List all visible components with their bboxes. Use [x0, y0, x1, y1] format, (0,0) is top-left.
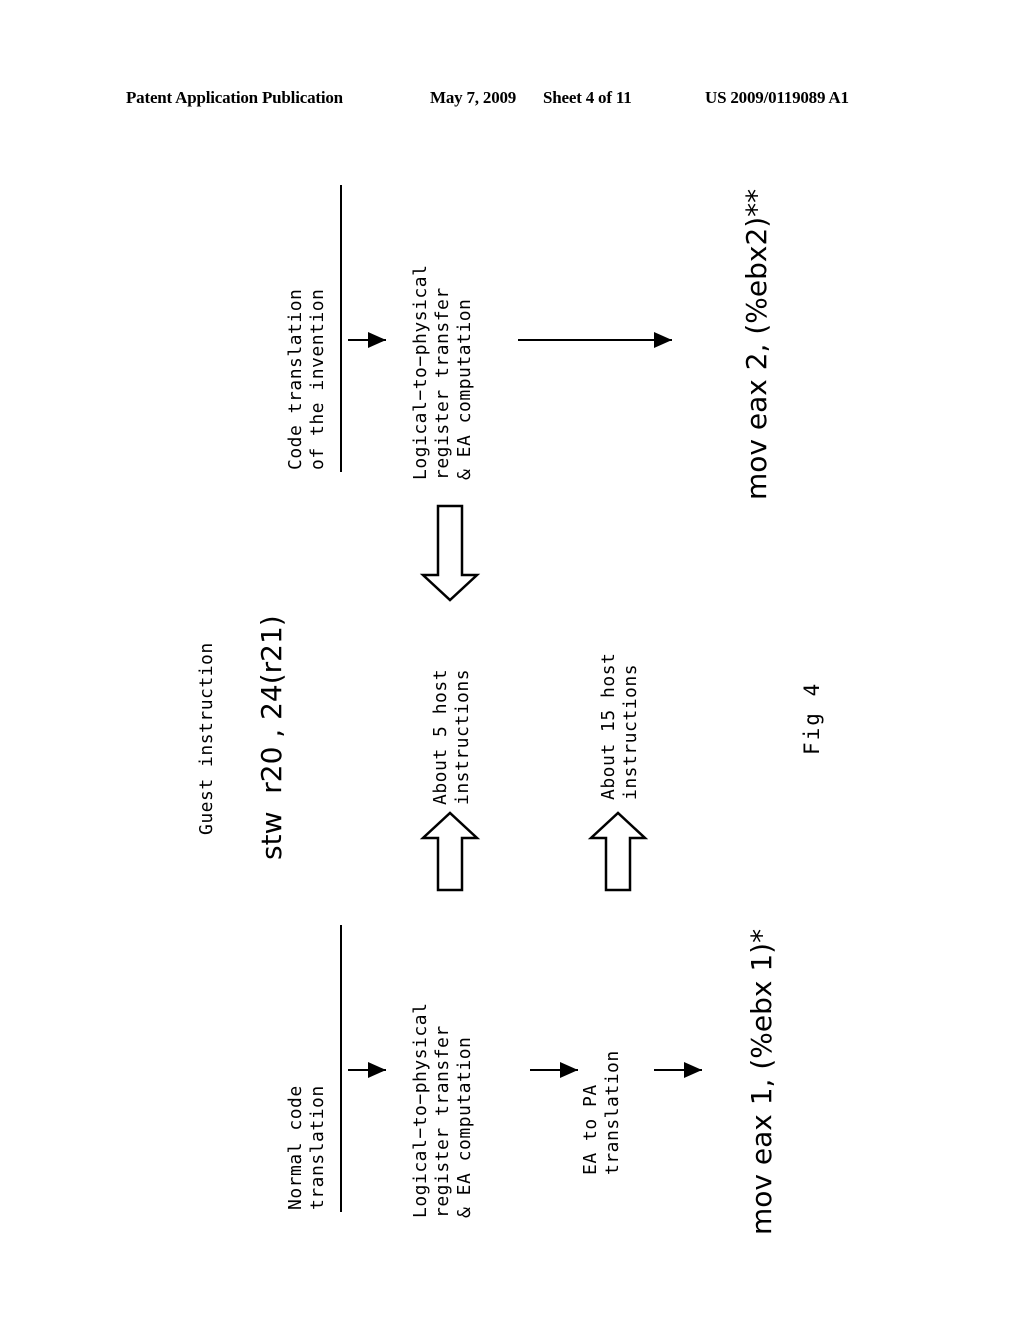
normal-stage1-line1: Logical−to−physical [410, 1002, 431, 1218]
normal-stage2-line1: EA to PA [580, 1084, 601, 1175]
normal-stage2-block: EA to PA translation [580, 1050, 624, 1175]
guest-instruction-code: stw r20 , 24(r21) [255, 615, 288, 860]
invention-cost-label: About 5 host instructions [430, 669, 474, 805]
normal-cost-line2: instructions [619, 663, 641, 800]
invention-heading-line2: of the invention [306, 288, 328, 470]
invention-stage-line3: & EA computation [453, 298, 475, 480]
normal-stage1-line3: & EA computation [453, 1036, 475, 1218]
figure-4-diagram: Code translation of the invention Logica… [0, 0, 1024, 1320]
invention-heading: Code translation of the invention [285, 289, 329, 470]
normal-stage1-line2: register transfer [431, 1025, 453, 1218]
invention-heading-line1: Code translation [285, 288, 306, 470]
invention-stage-line1: Logical−to−physical [410, 264, 431, 480]
invention-cost-line1: About 5 host [430, 668, 451, 805]
invention-stage-line2: register transfer [431, 287, 453, 480]
normal-cost-line1: About 15 host [598, 652, 619, 800]
invention-stage-block: Logical−to−physical register transfer & … [410, 265, 476, 480]
normal-result-code: mov eax 1, (%ebx 1)* [745, 928, 778, 1235]
invention-cost-line2: instructions [451, 668, 473, 805]
normal-stage1-block: Logical−to−physical register transfer & … [410, 1003, 476, 1218]
normal-heading-line1: Normal code [285, 1085, 306, 1210]
figure-caption: Fig 4 [800, 681, 824, 755]
block-arrow-down-icon [419, 504, 481, 602]
invention-result-code: mov eax 2, (%ebx2)** [740, 188, 773, 500]
normal-stage2-line2: translation [601, 1050, 623, 1175]
block-arrow-up-icon-2 [587, 811, 649, 892]
diagram-connectors [340, 185, 702, 1212]
block-arrow-up-icon-1 [419, 811, 481, 892]
normal-heading-line2: translation [306, 1085, 328, 1210]
normal-cost-label: About 15 host instructions [598, 653, 642, 800]
guest-instruction-label: Guest instruction [196, 642, 217, 835]
normal-heading: Normal code translation [285, 1085, 329, 1210]
